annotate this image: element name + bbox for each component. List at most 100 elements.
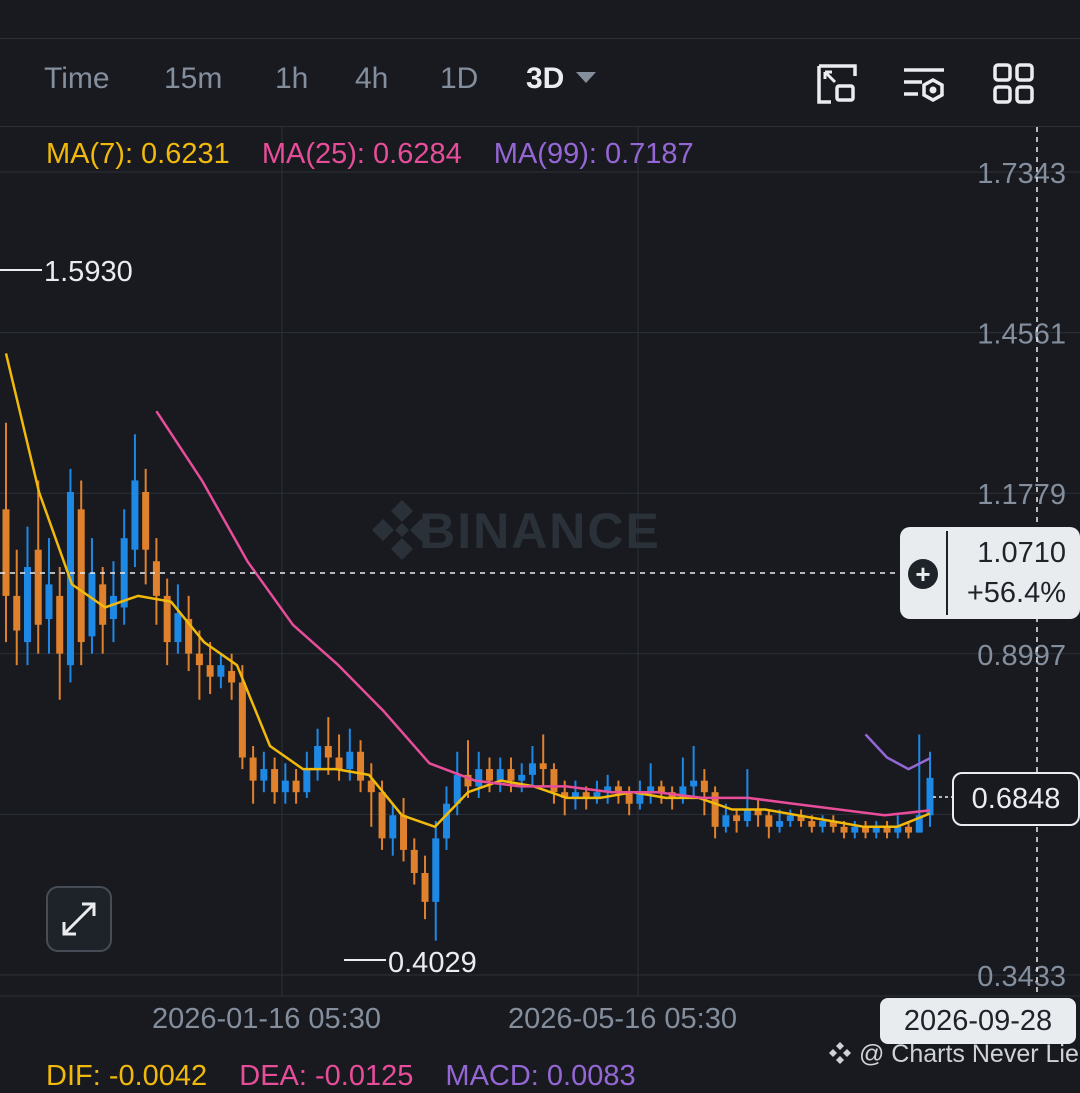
attribution-text: @ Charts Never Lie xyxy=(858,1040,1079,1068)
last-price-badge: 0.6848 xyxy=(952,772,1080,826)
candle-body xyxy=(131,480,139,550)
tab-15m[interactable]: 15m xyxy=(164,62,222,96)
resize-panel-icon[interactable] xyxy=(815,62,859,106)
candle-body xyxy=(292,780,300,793)
candle-body xyxy=(400,815,408,850)
candle-body xyxy=(23,567,31,643)
candle-body xyxy=(2,509,10,596)
candle-body xyxy=(539,763,547,770)
candle-body xyxy=(443,803,451,839)
macd-legend: DIF: -0.0042 DEA: -0.0125 MACD: 0.0083 xyxy=(46,1060,660,1093)
candle-body xyxy=(324,745,332,758)
candle-body xyxy=(840,826,848,833)
price-axis-label: 1.4561 xyxy=(977,319,1066,351)
candle-body xyxy=(281,780,289,793)
chevron-down-icon xyxy=(576,71,597,83)
ma-legend: MA(7): 0.6231 MA(25): 0.6284 MA(99): 0.7… xyxy=(46,138,718,171)
candle-body xyxy=(700,780,708,793)
candle-body xyxy=(271,769,279,793)
candle-body xyxy=(195,653,203,666)
ma99-label: MA(99): 0.7187 xyxy=(493,138,694,170)
candle-body xyxy=(690,780,698,787)
candle-body xyxy=(421,872,429,902)
timeframe-toolbar: Time 15m 1h 4h 1D 3D xyxy=(0,40,1080,126)
candle-body xyxy=(776,821,784,827)
candle-body xyxy=(357,751,365,781)
candle-body xyxy=(378,792,386,839)
price-axis-label: 1.7343 xyxy=(977,158,1066,190)
candles-layer xyxy=(2,422,934,941)
candle-body xyxy=(528,763,536,775)
candle-body xyxy=(109,595,117,619)
tab-3d-label: 3D xyxy=(526,62,565,95)
expand-button[interactable] xyxy=(46,886,112,952)
price-axis-label: 1.1779 xyxy=(977,479,1066,511)
macd-label: MACD: 0.0083 xyxy=(445,1060,636,1092)
crosshair-date-badge: 2026-09-28 xyxy=(880,998,1076,1044)
expand-icon xyxy=(62,902,96,936)
indicator-settings-icon[interactable] xyxy=(902,62,946,106)
candle-body xyxy=(163,595,171,643)
ma99-line xyxy=(864,733,931,771)
candle-body xyxy=(743,809,751,822)
attribution: @ Charts Never Lie xyxy=(828,1040,1079,1069)
tab-time[interactable]: Time xyxy=(44,62,110,96)
tab-1h[interactable]: 1h xyxy=(275,62,308,96)
candle-body xyxy=(56,595,64,654)
candle-body xyxy=(346,751,354,770)
badge-divider xyxy=(946,531,948,615)
crosshair-change: +56.4% xyxy=(966,577,1066,609)
tab-4h[interactable]: 4h xyxy=(355,62,388,96)
watermark: BINANCE xyxy=(419,503,661,559)
candle-body xyxy=(507,769,515,781)
candle-body xyxy=(249,757,257,781)
candle-body xyxy=(851,826,859,833)
candle-body xyxy=(34,549,42,625)
price-axis-label: 0.3433 xyxy=(977,961,1066,993)
candle-body xyxy=(142,491,150,550)
tab-1d[interactable]: 1D xyxy=(440,62,478,96)
time-axis-label-2: 2026-05-16 05:30 xyxy=(508,1003,737,1035)
candle-body xyxy=(260,769,268,781)
top-divider xyxy=(0,38,1080,39)
candle-body xyxy=(550,769,558,793)
time-axis-label-1: 2026-01-16 05:30 xyxy=(152,1003,381,1035)
candle-body xyxy=(722,815,730,827)
high-marker-label: 1.5930 xyxy=(44,256,133,288)
candle-body xyxy=(88,572,96,637)
candle-body xyxy=(45,584,53,619)
candle-body xyxy=(765,815,773,827)
candle-body xyxy=(303,769,311,793)
low-marker-label: 0.4029 xyxy=(388,947,477,979)
candle-body xyxy=(217,665,225,677)
candle-body xyxy=(152,561,160,596)
ma7-label: MA(7): 0.6231 xyxy=(46,138,230,170)
layout-grid-icon[interactable] xyxy=(992,62,1036,106)
price-axis-label: 0.8997 xyxy=(977,640,1066,672)
ma25-label: MA(25): 0.6284 xyxy=(261,138,462,170)
tab-3d[interactable]: 3D xyxy=(526,62,597,96)
candle-body xyxy=(819,821,827,827)
candle-body xyxy=(496,769,504,781)
candle-body xyxy=(206,665,214,677)
candle-body xyxy=(174,613,182,643)
candle-body xyxy=(77,509,85,643)
candle-body xyxy=(314,745,322,770)
candle-body xyxy=(808,821,816,827)
candle-body xyxy=(432,838,440,902)
candle-body xyxy=(786,815,794,822)
dea-label: DEA: -0.0125 xyxy=(239,1060,414,1092)
candle-body xyxy=(238,682,246,758)
candle-body xyxy=(518,774,526,781)
candle-body xyxy=(485,769,493,781)
binance-small-logo-icon xyxy=(829,1042,851,1064)
dif-label: DIF: -0.0042 xyxy=(46,1060,208,1092)
candle-body xyxy=(335,757,343,770)
crosshair-price-badge[interactable]: + 1.0710 +56.4% xyxy=(900,527,1080,619)
plus-icon[interactable]: + xyxy=(908,559,938,589)
candle-body xyxy=(13,595,21,631)
crosshair-price: 1.0710 xyxy=(977,537,1066,569)
candle-body xyxy=(475,769,483,787)
candle-body xyxy=(228,670,236,683)
candle-body xyxy=(410,849,418,873)
